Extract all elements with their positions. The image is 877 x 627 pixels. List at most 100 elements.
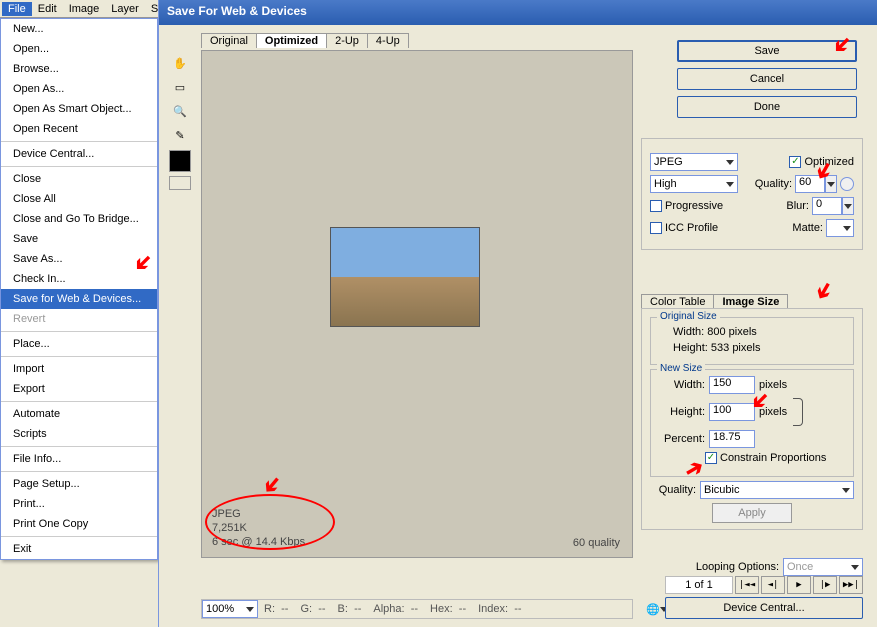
toggle-slices-icon[interactable] — [169, 176, 191, 190]
constrain-checkbox[interactable]: ✓ — [705, 452, 717, 464]
chevron-down-icon — [827, 182, 835, 187]
preview-format: JPEG — [212, 507, 305, 521]
bottom-panel-tabs: Color Table Image Size — [641, 294, 863, 309]
readout-b: B: -- — [332, 603, 368, 615]
next-frame-button[interactable]: |▶ — [813, 576, 837, 594]
blur-input[interactable]: 0 — [812, 197, 842, 215]
menu-image[interactable]: Image — [63, 2, 106, 16]
file-dropdown: New... Open... Browse... Open As... Open… — [0, 18, 158, 560]
icc-checkbox[interactable] — [650, 222, 662, 234]
optimized-label: Optimized — [804, 156, 854, 168]
file-import[interactable]: Import — [1, 359, 157, 379]
file-close[interactable]: Close — [1, 169, 157, 189]
optimize-settings-panel: JPEG ✓ Optimized High Quality: 60 Progre… — [641, 138, 863, 250]
frame-counter: 1 of 1 — [665, 576, 733, 594]
cancel-button[interactable]: Cancel — [677, 68, 857, 90]
file-opensmart[interactable]: Open As Smart Object... — [1, 99, 157, 119]
file-saveforweb[interactable]: Save for Web & Devices... — [1, 289, 157, 309]
file-open[interactable]: Open... — [1, 39, 157, 59]
zoom-tool-icon[interactable]: 🔍 — [169, 100, 191, 122]
file-exit[interactable]: Exit — [1, 539, 157, 559]
menu-edit[interactable]: Edit — [32, 2, 63, 16]
width-input[interactable]: 150 — [709, 376, 755, 394]
file-browse[interactable]: Browse... — [1, 59, 157, 79]
readout-g: G: -- — [294, 603, 331, 615]
orig-height: Height: 533 pixels — [659, 340, 845, 356]
play-button[interactable]: ▶ — [787, 576, 811, 594]
chevron-down-icon — [843, 226, 851, 231]
readout-r: R: -- — [258, 603, 294, 615]
interp-quality-select[interactable]: Bicubic — [700, 481, 854, 499]
readout-alpha: Alpha: -- — [367, 603, 424, 615]
height-input[interactable]: 100 — [709, 403, 755, 421]
zoom-value: 100% — [206, 603, 234, 615]
tab-4up[interactable]: 4-Up — [367, 33, 409, 48]
readout-hex: Hex: -- — [424, 603, 472, 615]
quality-label: Quality: — [755, 178, 792, 190]
percent-input[interactable]: 18.75 — [709, 430, 755, 448]
chevron-down-icon — [726, 182, 734, 187]
new-size-legend: New Size — [657, 363, 705, 374]
prev-frame-button[interactable]: ◄| — [761, 576, 785, 594]
chevron-down-icon — [246, 607, 254, 612]
original-size-legend: Original Size — [657, 311, 720, 322]
done-button[interactable]: Done — [677, 96, 857, 118]
file-closebridge[interactable]: Close and Go To Bridge... — [1, 209, 157, 229]
link-dimensions-icon — [793, 398, 803, 426]
file-saveas[interactable]: Save As... — [1, 249, 157, 269]
quality-spinner[interactable] — [825, 175, 837, 193]
quality-mask-button[interactable] — [840, 177, 854, 191]
apply-button[interactable]: Apply — [712, 503, 792, 523]
tool-palette: ✋ ▭ 🔍 ✎ — [169, 52, 193, 192]
save-button[interactable]: Save — [677, 40, 857, 62]
file-new[interactable]: New... — [1, 19, 157, 39]
file-closeall[interactable]: Close All — [1, 189, 157, 209]
height-label: Height: — [659, 406, 705, 418]
progressive-checkbox[interactable] — [650, 200, 662, 212]
device-central-button[interactable]: Device Central... — [665, 597, 863, 619]
menu-file[interactable]: File — [2, 2, 32, 16]
file-print[interactable]: Print... — [1, 494, 157, 514]
file-devicecentral[interactable]: Device Central... — [1, 144, 157, 164]
quality-compress-select[interactable]: High — [650, 175, 738, 193]
file-pagesetup[interactable]: Page Setup... — [1, 474, 157, 494]
first-frame-button[interactable]: |◄◄ — [735, 576, 759, 594]
file-automate[interactable]: Automate — [1, 404, 157, 424]
preview-quality: 60 quality — [573, 537, 620, 549]
tab-imagesize[interactable]: Image Size — [713, 294, 788, 309]
file-checkin[interactable]: Check In... — [1, 269, 157, 289]
blur-spinner[interactable] — [842, 197, 854, 215]
preview-info: JPEG 7,251K 6 sec @ 14.4 Kbps — [212, 507, 305, 549]
last-frame-button[interactable]: ▶▶| — [839, 576, 863, 594]
file-export[interactable]: Export — [1, 379, 157, 399]
optimized-checkbox[interactable]: ✓ — [789, 156, 801, 168]
file-printone[interactable]: Print One Copy — [1, 514, 157, 534]
save-for-web-dialog: Save For Web & Devices ✋ ▭ 🔍 ✎ Original … — [158, 0, 877, 627]
progressive-label: Progressive — [665, 200, 723, 212]
file-save[interactable]: Save — [1, 229, 157, 249]
tab-optimized[interactable]: Optimized — [256, 33, 327, 48]
looping-select: Once — [783, 558, 863, 576]
quality-input[interactable]: 60 — [795, 175, 825, 193]
tab-colortable[interactable]: Color Table — [641, 294, 714, 309]
eyedropper-color-swatch[interactable] — [169, 150, 191, 172]
matte-swatch[interactable] — [826, 219, 854, 237]
file-openrecent[interactable]: Open Recent — [1, 119, 157, 139]
chevron-down-icon — [842, 488, 850, 493]
eyedropper-tool-icon[interactable]: ✎ — [169, 124, 191, 146]
preview-pane[interactable]: JPEG 7,251K 6 sec @ 14.4 Kbps 60 quality — [201, 50, 633, 558]
zoom-combo[interactable]: 100% — [202, 600, 258, 618]
tab-original[interactable]: Original — [201, 33, 257, 48]
menu-layer[interactable]: Layer — [105, 2, 145, 16]
interp-quality-value: Bicubic — [704, 484, 739, 496]
file-place[interactable]: Place... — [1, 334, 157, 354]
menubar[interactable]: File Edit Image Layer Sele — [0, 0, 158, 18]
frame-nav: 1 of 1 |◄◄ ◄| ▶ |▶ ▶▶| — [641, 576, 863, 594]
format-select[interactable]: JPEG — [650, 153, 738, 171]
hand-tool-icon[interactable]: ✋ — [169, 52, 191, 74]
slice-select-tool-icon[interactable]: ▭ — [169, 76, 191, 98]
file-scripts[interactable]: Scripts — [1, 424, 157, 444]
file-fileinfo[interactable]: File Info... — [1, 449, 157, 469]
tab-2up[interactable]: 2-Up — [326, 33, 368, 48]
file-openas[interactable]: Open As... — [1, 79, 157, 99]
